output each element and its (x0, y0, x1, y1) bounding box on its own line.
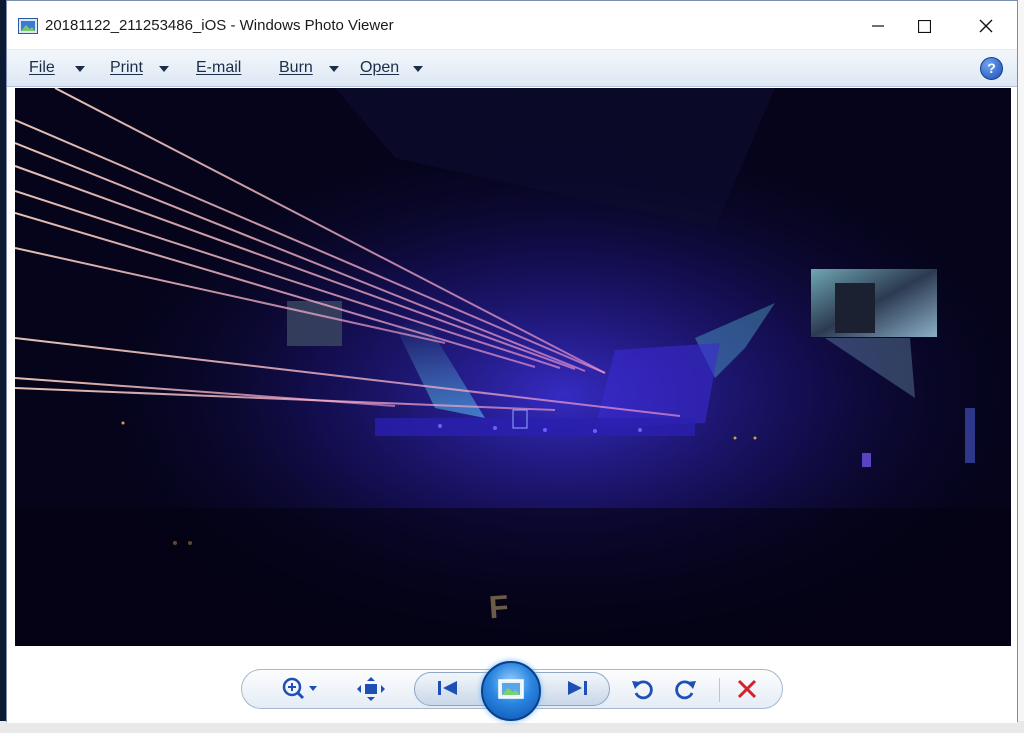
slideshow-button[interactable] (481, 661, 541, 721)
rotate-clockwise-icon (675, 678, 697, 705)
menu-burn[interactable]: Burn (279, 59, 313, 77)
fit-to-window-icon (357, 676, 385, 706)
photo-viewer-window: 20181122_211253486_iOS - Windows Photo V… (6, 0, 1018, 723)
print-dropdown-arrow-icon[interactable] (159, 66, 169, 72)
delete-icon (737, 679, 757, 704)
menu-bar: File Print E-mail Burn Open ? (7, 49, 1017, 87)
title-bar[interactable]: 20181122_211253486_iOS - Windows Photo V… (7, 1, 1017, 49)
menu-email[interactable]: E-mail (196, 59, 241, 77)
next-icon (566, 680, 588, 701)
maximize-icon (917, 19, 931, 33)
slideshow-icon (498, 678, 524, 704)
previous-button[interactable] (430, 677, 466, 703)
actual-size-button[interactable] (353, 676, 389, 706)
bottom-toolbar (7, 647, 1017, 723)
close-button[interactable] (963, 7, 1009, 45)
rotate-clockwise-button[interactable] (671, 677, 701, 705)
rotate-counterclockwise-icon (631, 678, 653, 705)
help-icon[interactable]: ? (980, 57, 1003, 80)
delete-button[interactable] (732, 677, 762, 705)
zoom-icon (280, 676, 320, 705)
open-dropdown-arrow-icon[interactable] (413, 66, 423, 72)
previous-icon (437, 680, 459, 701)
toolbar-separator (719, 678, 720, 702)
menu-open[interactable]: Open (360, 59, 399, 77)
burn-dropdown-arrow-icon[interactable] (329, 66, 339, 72)
minimize-icon (872, 20, 884, 32)
menu-print[interactable]: Print (110, 59, 143, 77)
close-icon (979, 19, 993, 33)
window-title: 20181122_211253486_iOS - Windows Photo V… (45, 17, 394, 34)
minimize-button[interactable] (855, 7, 901, 45)
zoom-button[interactable] (277, 676, 323, 704)
rotate-counterclockwise-button[interactable] (627, 677, 657, 705)
photo-viewer-icon (18, 18, 38, 34)
menu-file[interactable]: File (29, 59, 55, 77)
concert-photo-image: F (15, 88, 1011, 646)
next-button[interactable] (559, 677, 595, 703)
file-dropdown-arrow-icon[interactable] (75, 66, 85, 72)
maximize-button[interactable] (901, 7, 947, 45)
